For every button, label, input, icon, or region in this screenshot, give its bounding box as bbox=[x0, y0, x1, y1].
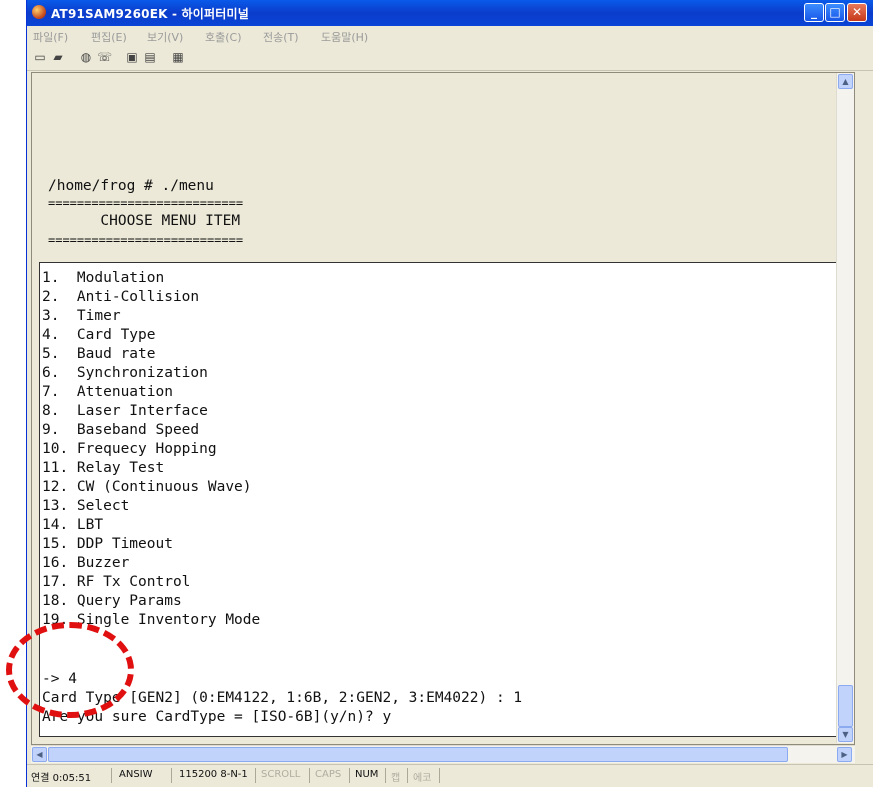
connect-icon[interactable]: ☏ bbox=[97, 51, 112, 64]
scroll-down-arrow-icon[interactable]: ▼ bbox=[838, 727, 853, 742]
status-divider bbox=[255, 768, 256, 783]
menu-edit[interactable]: 편집(E) bbox=[91, 29, 127, 45]
menu-item: 6. Synchronization bbox=[42, 365, 208, 381]
menu-item: 9. Baseband Speed bbox=[42, 422, 200, 438]
menu-item: 17. RF Tx Control bbox=[42, 574, 191, 590]
menu-item: 18. Query Params bbox=[42, 593, 182, 609]
hyperterminal-window: AT91SAM9260EK - 하이퍼터미널 _ □ ✕ 파일(F) 편집(E)… bbox=[26, 0, 873, 787]
minimize-button[interactable]: _ bbox=[804, 3, 824, 22]
status-divider bbox=[309, 768, 310, 783]
receive-icon[interactable]: ▤ bbox=[143, 51, 157, 64]
menu-view[interactable]: 보기(V) bbox=[147, 29, 183, 45]
prompt-line: /home/frog # ./menu bbox=[48, 178, 214, 194]
rule-line: =========================== bbox=[48, 233, 244, 247]
menu-heading: CHOOSE MENU ITEM bbox=[48, 213, 241, 229]
terminal-area[interactable]: /home/frog # ./menu ====================… bbox=[31, 72, 855, 745]
status-bar: 연결 0:05:51 ANSIW 115200 8-N-1 SCROLL CAP… bbox=[27, 764, 873, 787]
menu-item: 13. Select bbox=[42, 498, 130, 514]
new-icon[interactable]: ▭ bbox=[33, 51, 47, 64]
scroll-up-arrow-icon[interactable]: ▲ bbox=[838, 74, 853, 89]
menu-item: 12. CW (Continuous Wave) bbox=[42, 479, 252, 495]
terminal-scrollback: /home/frog # ./menu ====================… bbox=[32, 73, 838, 261]
menu-item: 10. Frequecy Hopping bbox=[42, 441, 217, 457]
horizontal-scrollbar[interactable]: ◀ ▶ bbox=[31, 745, 855, 763]
horizontal-scroll-thumb[interactable] bbox=[48, 747, 788, 762]
properties-icon[interactable]: ▦ bbox=[171, 51, 185, 64]
vertical-scroll-thumb[interactable] bbox=[838, 685, 853, 727]
maximize-button[interactable]: □ bbox=[825, 3, 845, 22]
disconnect-icon[interactable]: ◍ bbox=[79, 51, 93, 64]
window-title: AT91SAM9260EK - 하이퍼터미널 bbox=[51, 7, 249, 21]
red-dashed-annotation-circle bbox=[6, 622, 134, 718]
menu-help[interactable]: 도움말(H) bbox=[321, 29, 368, 45]
emulation-mode: ANSIW bbox=[119, 769, 153, 780]
title-bar[interactable]: AT91SAM9260EK - 하이퍼터미널 _ □ ✕ bbox=[27, 0, 873, 26]
echo-indicator: 에코 bbox=[413, 773, 432, 784]
status-divider bbox=[171, 768, 172, 783]
open-icon[interactable]: ▰ bbox=[51, 51, 65, 64]
menu-call[interactable]: 호출(C) bbox=[205, 29, 242, 45]
status-divider bbox=[385, 768, 386, 783]
menu-file[interactable]: 파일(F) bbox=[33, 29, 68, 45]
menu-item: 3. Timer bbox=[42, 308, 121, 324]
vertical-scrollbar[interactable]: ▲ ▼ bbox=[836, 73, 854, 743]
menu-item: 1. Modulation bbox=[42, 270, 165, 286]
caps-indicator: CAPS bbox=[315, 769, 342, 780]
scroll-right-arrow-icon[interactable]: ▶ bbox=[837, 747, 852, 762]
menu-item: 15. DDP Timeout bbox=[42, 536, 173, 552]
terminal-screen[interactable]: 1. Modulation 2. Anti-Collision 3. Timer… bbox=[39, 262, 838, 737]
port-settings: 115200 8-N-1 bbox=[179, 769, 248, 780]
status-divider bbox=[349, 768, 350, 783]
menu-item: 7. Attenuation bbox=[42, 384, 173, 400]
menu-item: 14. LBT bbox=[42, 517, 104, 533]
menu-item: 2. Anti-Collision bbox=[42, 289, 200, 305]
menu-item: 11. Relay Test bbox=[42, 460, 165, 476]
status-divider bbox=[439, 768, 440, 783]
toolbar: ▭ ▰ ◍ ☏ ▣ ▤ ▦ bbox=[27, 46, 873, 71]
num-indicator: NUM bbox=[355, 769, 379, 780]
connection-time: 연결 0:05:51 bbox=[31, 773, 92, 784]
status-divider bbox=[111, 768, 112, 783]
status-divider bbox=[407, 768, 408, 783]
menu-item: 16. Buzzer bbox=[42, 555, 130, 571]
menu-item: 5. Baud rate bbox=[42, 346, 156, 362]
menu-transfer[interactable]: 전송(T) bbox=[263, 29, 299, 45]
scroll-indicator: SCROLL bbox=[261, 769, 301, 780]
menu-item: 8. Laser Interface bbox=[42, 403, 208, 419]
app-icon bbox=[32, 5, 46, 19]
send-icon[interactable]: ▣ bbox=[125, 51, 139, 64]
capture-indicator: 캡 bbox=[391, 773, 401, 784]
scroll-left-arrow-icon[interactable]: ◀ bbox=[32, 747, 47, 762]
menu-item: 4. Card Type bbox=[42, 327, 156, 343]
menu-bar: 파일(F) 편집(E) 보기(V) 호출(C) 전송(T) 도움말(H) bbox=[27, 26, 873, 46]
rule-line: =========================== bbox=[48, 196, 244, 210]
close-button[interactable]: ✕ bbox=[847, 3, 867, 22]
